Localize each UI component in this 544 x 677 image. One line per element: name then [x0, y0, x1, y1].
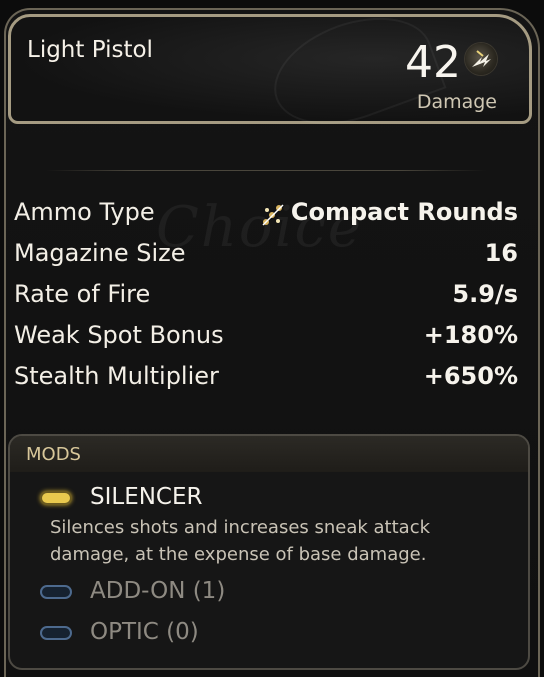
damage-label: Damage	[416, 91, 497, 113]
weapon-header: Light Pistol 42 Damage	[8, 10, 532, 145]
compact-rounds-icon	[260, 202, 286, 228]
stat-value: 5.9/s	[452, 280, 518, 308]
stat-label: Stealth Multiplier	[14, 362, 219, 390]
mods-section: MODS SILENCER Silences shots and increas…	[8, 434, 530, 670]
stat-value: Compact Rounds	[290, 198, 518, 226]
mod-slot-label: SILENCER	[90, 484, 203, 510]
mod-slot-empty-icon	[40, 626, 72, 640]
mod-slot-label: ADD-ON (1)	[90, 578, 226, 604]
mod-slot-active-icon	[40, 491, 72, 505]
stats-list: Ammo Type Compact Rounds Magazine Size 1…	[14, 196, 518, 401]
weapon-tooltip-panel: Light Pistol 42 Damage Choice Ammo Type	[4, 8, 540, 677]
stat-label: Magazine Size	[14, 239, 186, 267]
stat-row-stealth-multiplier: Stealth Multiplier +650%	[14, 360, 518, 401]
stat-label: Ammo Type	[14, 198, 155, 226]
stat-label: Weak Spot Bonus	[14, 321, 224, 349]
stat-value: +180%	[423, 321, 518, 349]
section-divider	[46, 170, 486, 171]
stat-value: 16	[484, 239, 518, 267]
mods-title: MODS	[26, 444, 81, 465]
damage-burst-icon	[465, 43, 497, 75]
mod-slot-empty-icon	[40, 585, 72, 599]
damage-value: 42	[405, 37, 461, 88]
stat-row-rate-of-fire: Rate of Fire 5.9/s	[14, 278, 518, 319]
mod-description: Silences shots and increases sneak attac…	[50, 517, 431, 565]
mods-header: MODS	[10, 436, 528, 472]
stat-label: Rate of Fire	[14, 280, 151, 308]
stat-row-ammo-type: Ammo Type Compact Rounds	[14, 196, 518, 237]
stat-value: +650%	[423, 362, 518, 390]
weapon-name: Light Pistol	[27, 37, 153, 63]
stat-row-weak-spot-bonus: Weak Spot Bonus +180%	[14, 319, 518, 360]
stat-row-magazine-size: Magazine Size 16	[14, 237, 518, 278]
mod-slot-label: OPTIC (0)	[90, 619, 199, 645]
